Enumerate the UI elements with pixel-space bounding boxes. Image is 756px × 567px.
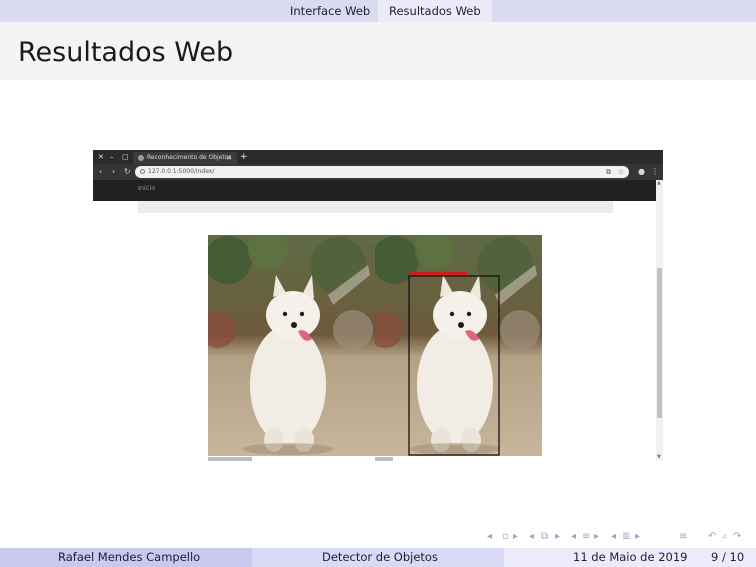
next-subsection-icon[interactable]: ▸ — [555, 530, 560, 544]
close-window-icon[interactable]: ✕ — [98, 151, 104, 163]
account-icon[interactable]: ● — [638, 166, 645, 178]
prev-section-icon[interactable]: ◂ — [571, 530, 576, 544]
search-icon[interactable]: ⌕ — [722, 530, 728, 544]
slide-title: Resultados Web — [18, 37, 234, 68]
maximize-window-icon[interactable]: ▢ — [122, 151, 129, 163]
address-bar-row: ‹ › ↻ 127.0.0.1:5000/index/ ⧉ ☆ ● ⋮ — [93, 164, 663, 180]
scroll-down-icon[interactable]: ▼ — [657, 455, 661, 460]
reload-icon[interactable]: ↻ — [124, 166, 131, 178]
prev-subsection-icon[interactable]: ◂ — [529, 530, 534, 544]
subsection-icon[interactable]: ⧉ — [541, 530, 548, 544]
forward-icon[interactable]: › — [112, 166, 115, 178]
footer-date: 11 de Maio de 2019 — [573, 550, 688, 564]
page-content-panel — [138, 201, 613, 213]
next-document-icon[interactable]: ▸ — [635, 530, 640, 544]
lock-icon — [140, 169, 145, 174]
footer-author: Rafael Mendes Campello — [58, 550, 201, 564]
prev-document-icon[interactable]: ◂ — [611, 530, 616, 544]
footer-presentation-title: Detector de Objetos — [322, 550, 438, 564]
browser-screenshot: ✕ – ▢ Reconhecimento de Objetos × + ‹ › … — [93, 150, 663, 461]
scrollbar[interactable]: ▲ ▼ — [656, 180, 663, 461]
footer-page-number: 9 / 10 — [711, 550, 745, 564]
tab-title: Reconhecimento de Objetos — [147, 154, 232, 161]
menu-icon[interactable]: ⋮ — [651, 166, 659, 178]
next-section-icon[interactable]: ▸ — [594, 530, 599, 544]
star-icon[interactable]: ☆ — [618, 166, 624, 178]
frame-icon[interactable]: ▫ — [502, 530, 509, 544]
undo-icon[interactable]: ↶ — [708, 530, 716, 544]
nav-item-resultados-web[interactable]: Resultados Web — [378, 0, 492, 22]
tab-close-icon[interactable]: × — [226, 152, 232, 164]
image-caption-left — [208, 457, 252, 461]
prev-frame-icon[interactable]: ◂ — [487, 530, 492, 544]
favicon-icon — [138, 155, 144, 161]
original-dog-image — [208, 235, 375, 456]
new-tab-icon[interactable]: + — [240, 151, 248, 163]
minimize-window-icon[interactable]: – — [110, 151, 114, 163]
detection-label-bar — [409, 272, 467, 275]
nav-item-interface-web[interactable]: Interface Web — [279, 0, 381, 22]
appendix-icon[interactable]: ≡ — [679, 530, 687, 544]
back-icon[interactable]: ‹ — [99, 166, 102, 178]
nav-link-inicio[interactable]: Início — [138, 184, 155, 192]
section-icon[interactable]: ≡ — [582, 530, 590, 544]
browser-tab[interactable]: Reconhecimento de Objetos × — [133, 152, 237, 164]
scrollbar-thumb[interactable] — [657, 268, 662, 418]
url-input[interactable]: 127.0.0.1:5000/index/ ⧉ ☆ — [135, 166, 629, 178]
image-caption-right — [375, 457, 393, 461]
extension-icon[interactable]: ⧉ — [606, 166, 611, 178]
next-frame-icon[interactable]: ▸ — [513, 530, 518, 544]
url-text: 127.0.0.1:5000/index/ — [148, 168, 215, 175]
footer-author-panel: Rafael Mendes Campello — [0, 548, 252, 567]
redo-icon[interactable]: ↷ — [733, 530, 741, 544]
detected-dog-image — [375, 235, 542, 456]
beamer-navigation-symbols: ◂ ▫ ▸ ◂ ⧉ ▸ ◂ ≡ ▸ ◂ ≣ ▸ ≡ ↶ ⌕ ↷ — [487, 530, 747, 544]
footer-title-panel: Detector de Objetos — [252, 548, 504, 567]
document-icon[interactable]: ≣ — [622, 530, 630, 544]
browser-tab-strip: ✕ – ▢ Reconhecimento de Objetos × + — [93, 150, 663, 164]
slide-title-bar: Resultados Web — [0, 22, 756, 80]
page-navbar: Início — [93, 180, 656, 201]
scroll-up-icon[interactable]: ▲ — [657, 181, 661, 186]
slide-footer: Rafael Mendes Campello Detector de Objet… — [0, 548, 756, 567]
samoyed-photo — [208, 235, 375, 456]
section-navigation: Interface Web Resultados Web — [0, 0, 756, 22]
footer-date-panel: 11 de Maio de 2019 9 / 10 — [504, 548, 756, 567]
samoyed-detection-photo — [375, 235, 542, 456]
